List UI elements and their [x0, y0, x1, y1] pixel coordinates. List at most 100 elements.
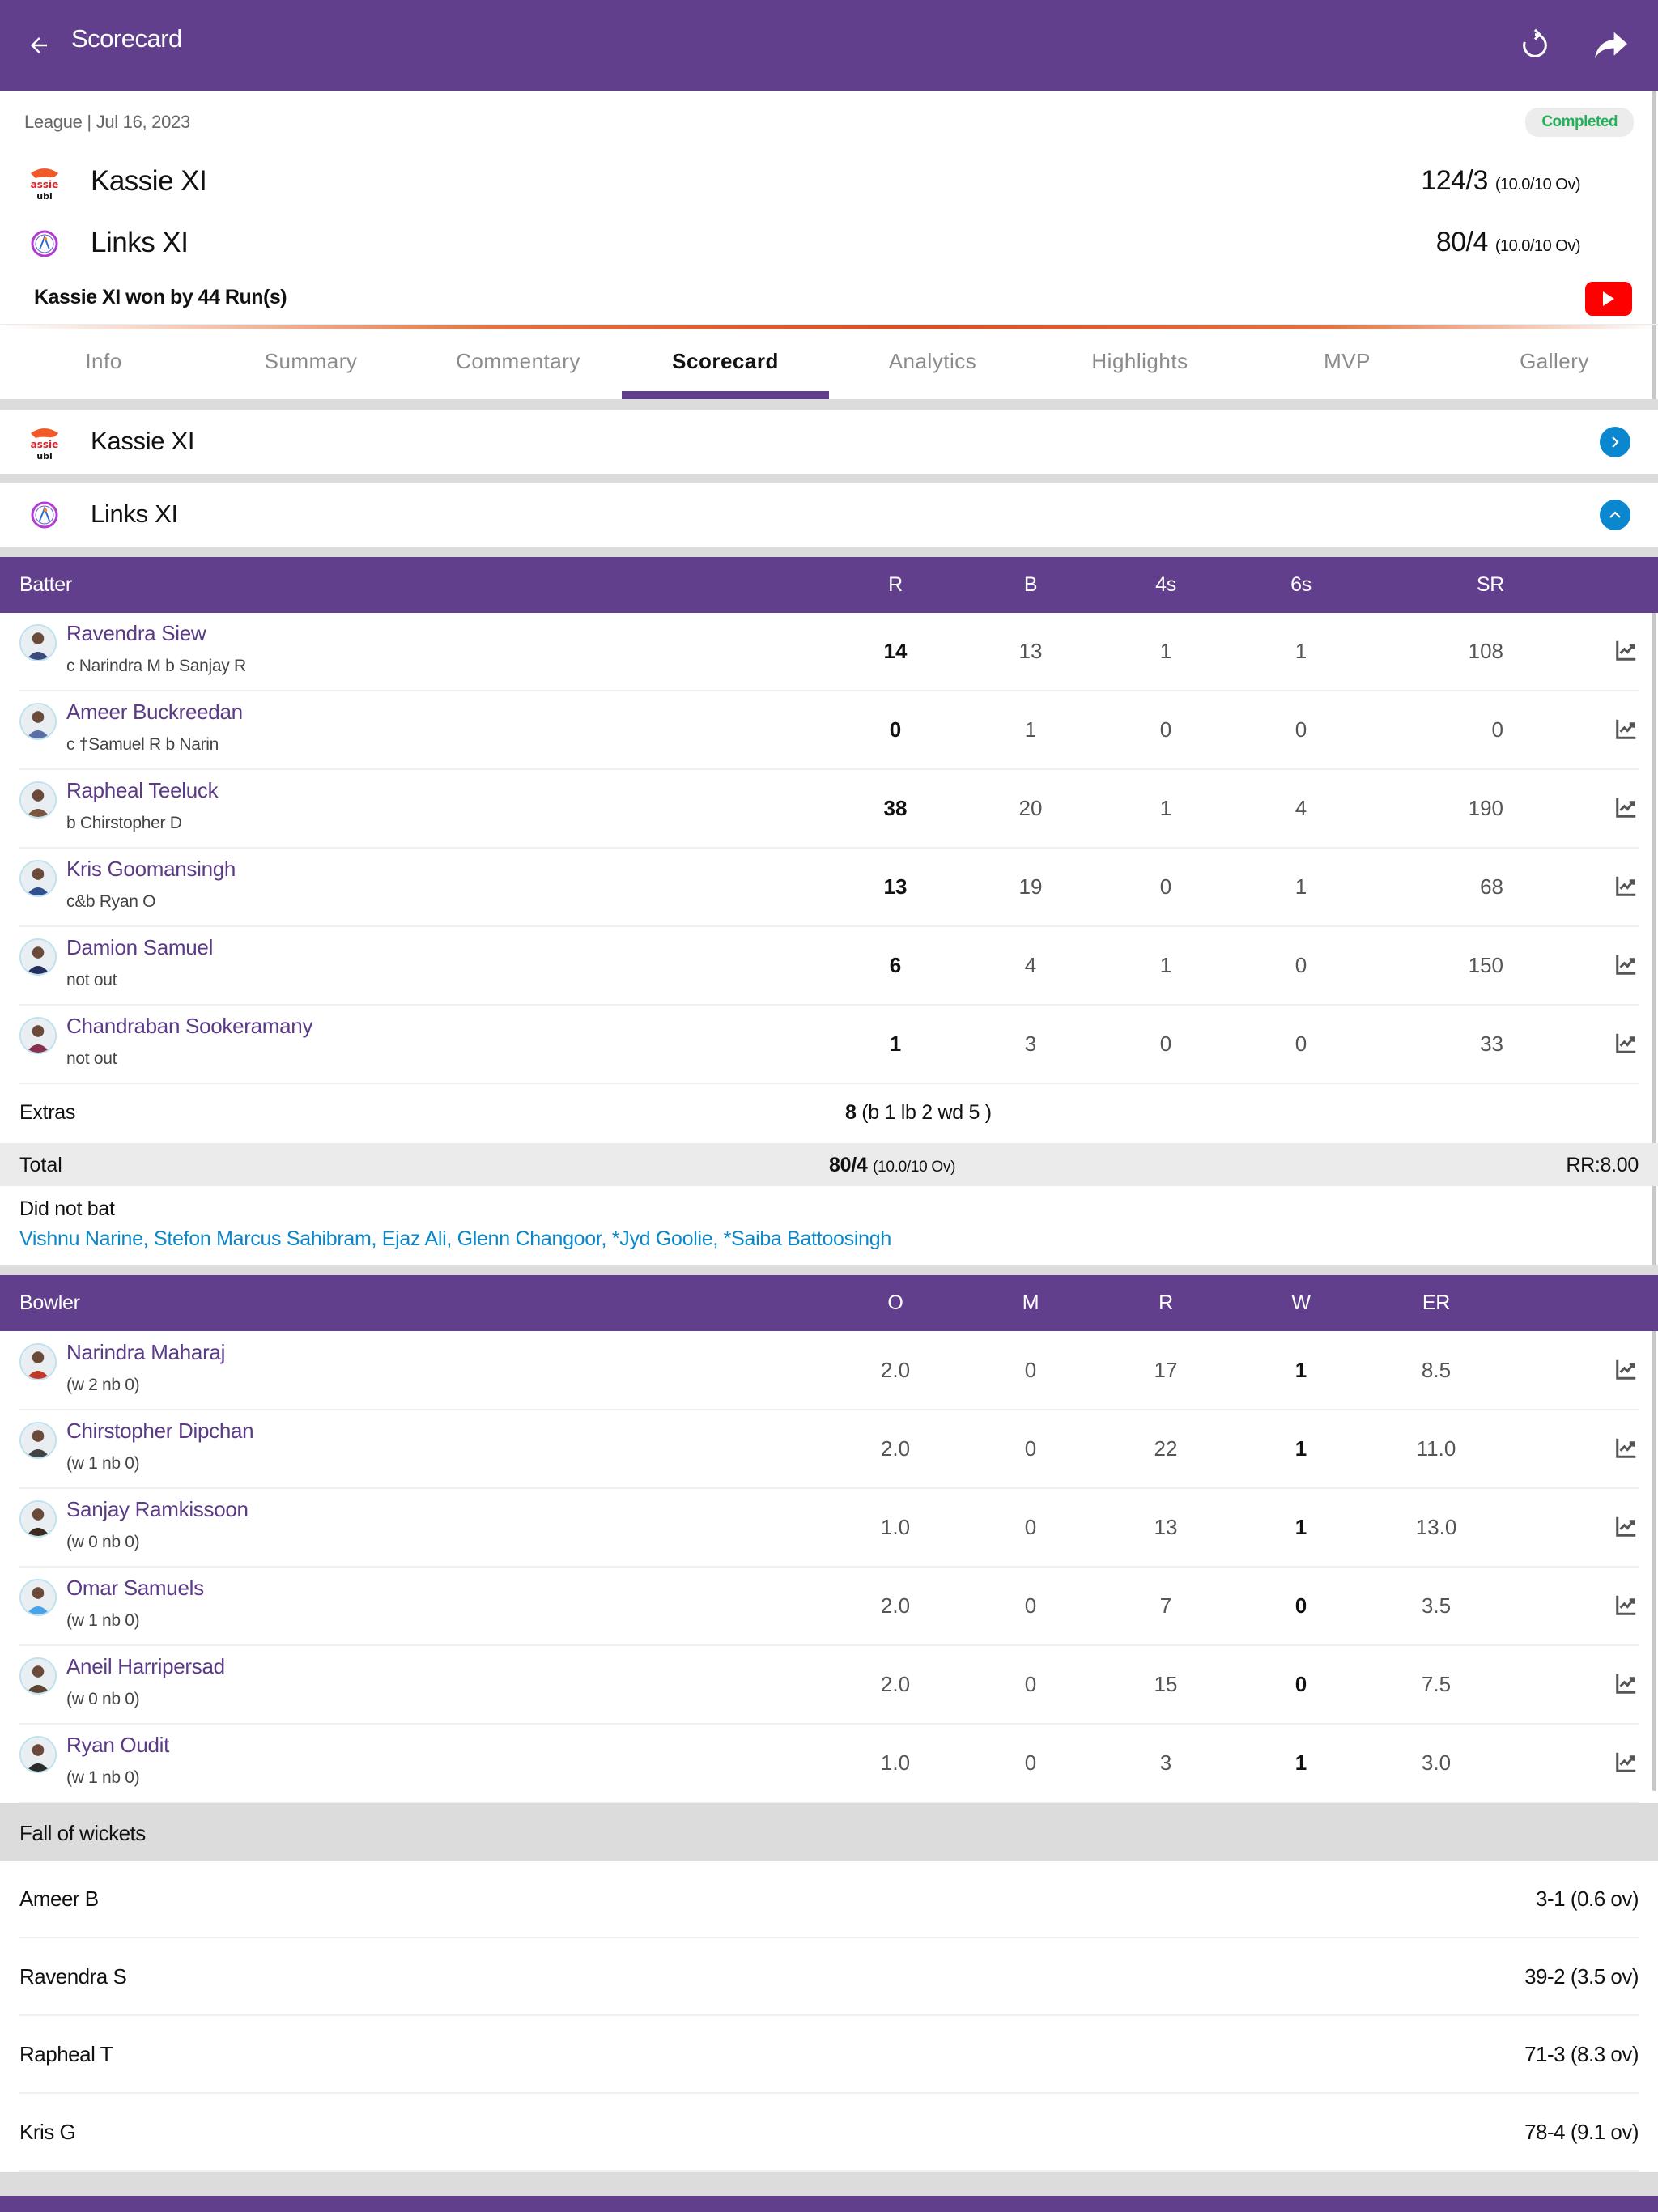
economy: 8.5 — [1421, 1358, 1452, 1382]
tab-highlights[interactable]: Highlights — [1036, 329, 1244, 399]
did-not-bat-list[interactable]: Vishnu Narine, Stefon Marcus Sahibram, E… — [19, 1227, 891, 1251]
youtube-button[interactable] — [1585, 282, 1632, 316]
balls: 1 — [1024, 717, 1037, 742]
player-avatar — [19, 1422, 57, 1459]
chevron-right-icon[interactable] — [1600, 427, 1630, 457]
tab-analytics[interactable]: Analytics — [829, 329, 1036, 399]
extras-row: Extras 8 (b 1 lb 2 wd 5 ) — [0, 1083, 1658, 1143]
dismissal: b Chirstopher D — [66, 814, 182, 832]
trend-chart-icon[interactable] — [1614, 1357, 1639, 1381]
maidens: 0 — [1024, 1593, 1037, 1618]
tab-commentary[interactable]: Commentary — [414, 329, 622, 399]
balls: 13 — [1018, 639, 1043, 663]
fours: 1 — [1159, 953, 1172, 977]
batter-name[interactable]: Chandraban Sookeramany — [66, 1014, 312, 1039]
did-not-bat: Did not bat Vishnu Narine, Stefon Marcus… — [0, 1186, 1658, 1265]
batter-name[interactable]: Ravendra Siew — [66, 621, 206, 646]
fours: 0 — [1159, 874, 1172, 899]
kassie-xi-logo: assie ubl — [31, 428, 58, 462]
tab-gallery[interactable]: Gallery — [1451, 329, 1658, 399]
team-score: 80/4 (10.0/10 Ov) — [1435, 227, 1581, 257]
trend-chart-icon[interactable] — [1614, 717, 1639, 741]
batter-name[interactable]: Kris Goomansingh — [66, 857, 236, 882]
bowler-name[interactable]: Omar Samuels — [66, 1576, 204, 1601]
trend-chart-icon[interactable] — [1614, 1031, 1639, 1055]
section-gap — [0, 474, 1658, 483]
trend-chart-icon[interactable] — [1614, 1671, 1639, 1695]
fow-score: 3-1 (0.6 ov) — [1536, 1887, 1639, 1911]
tab-info[interactable]: Info — [0, 329, 207, 399]
fall-of-wickets-header: Fall of wickets — [0, 1803, 1658, 1861]
bowler-name[interactable]: Ryan Oudit — [66, 1733, 169, 1758]
sixes: 0 — [1295, 717, 1307, 742]
page-title: Scorecard — [71, 24, 182, 53]
app-bar: Scorecard — [0, 0, 1658, 91]
innings-links-xi[interactable]: Links XI — [0, 483, 1658, 547]
strike-rate: 108 — [1468, 639, 1503, 663]
innings-kassie-xi[interactable]: assie ubl Kassie XI — [0, 410, 1658, 474]
wickets: 0 — [1295, 1672, 1307, 1696]
wickets: 1 — [1295, 1750, 1307, 1775]
fall-of-wicket-row: Kris G 78-4 (9.1 ov) — [0, 2094, 1658, 2172]
strike-rate: 68 — [1480, 874, 1503, 899]
trend-chart-icon[interactable] — [1614, 874, 1639, 898]
trend-chart-icon[interactable] — [1614, 952, 1639, 976]
trend-chart-icon[interactable] — [1614, 1593, 1639, 1617]
batter-name[interactable]: Damion Samuel — [66, 935, 213, 960]
wickets: 1 — [1295, 1515, 1307, 1539]
trend-chart-icon[interactable] — [1614, 638, 1639, 662]
runs: 1 — [889, 1032, 902, 1056]
balls: 4 — [1024, 953, 1037, 977]
share-button[interactable] — [1590, 24, 1632, 66]
tab-mvp[interactable]: MVP — [1244, 329, 1451, 399]
strike-rate: 33 — [1480, 1032, 1503, 1056]
chevron-up-icon[interactable] — [1600, 500, 1630, 530]
back-button[interactable] — [23, 28, 55, 63]
tab-summary[interactable]: Summary — [207, 329, 414, 399]
trend-chart-icon[interactable] — [1614, 1750, 1639, 1774]
trend-chart-icon[interactable] — [1614, 1514, 1639, 1538]
bowler-name[interactable]: Narindra Maharaj — [66, 1340, 225, 1365]
balls: 19 — [1018, 874, 1043, 899]
extras-label: Extras — [19, 1101, 76, 1124]
economy: 3.0 — [1421, 1750, 1452, 1775]
player-avatar — [19, 860, 57, 897]
bowler-name[interactable]: Chirstopher Dipchan — [66, 1419, 254, 1444]
match-meta: League | Jul 16, 2023 — [24, 112, 190, 132]
tab-scorecard[interactable]: Scorecard — [622, 329, 829, 399]
bowler-name[interactable]: Sanjay Ramkissoon — [66, 1497, 249, 1522]
bowler-row: Omar Samuels (w 1 nb 0) 2.0 0 7 0 3.5 — [0, 1568, 1658, 1646]
bowler-extras: (w 0 nb 0) — [66, 1533, 140, 1551]
batter-name[interactable]: Rapheal Teeluck — [66, 778, 219, 803]
runs: 6 — [889, 953, 902, 977]
player-avatar — [19, 1657, 57, 1695]
strike-rate: 150 — [1468, 953, 1503, 977]
team-score-row: assie ubl Kassie XI 124/3 (10.0/10 Ov) — [0, 159, 1658, 207]
trend-chart-icon[interactable] — [1614, 1436, 1639, 1460]
overs: 1.0 — [880, 1750, 911, 1775]
player-avatar — [19, 1736, 57, 1773]
maidens: 0 — [1024, 1750, 1037, 1775]
refresh-button[interactable] — [1514, 24, 1556, 66]
innings-team-name: Links XI — [91, 500, 178, 528]
svg-text:ubl: ubl — [36, 451, 52, 462]
trend-chart-icon[interactable] — [1614, 795, 1639, 819]
tab-bar: Info Summary Commentary Scorecard Analyt… — [0, 329, 1658, 399]
economy: 3.5 — [1421, 1593, 1452, 1618]
batter-name[interactable]: Ameer Buckreedan — [66, 700, 243, 725]
overs: 1.0 — [880, 1515, 911, 1539]
fow-score: 71-3 (8.3 ov) — [1524, 2042, 1639, 2066]
sixes: 0 — [1295, 1032, 1307, 1056]
batter-row: Damion Samuel not out 6 4 1 0 150 — [0, 927, 1658, 1006]
dismissal: not out — [66, 1049, 117, 1068]
bowler-row: Chirstopher Dipchan (w 1 nb 0) 2.0 0 22 1 11.0 — [0, 1410, 1658, 1489]
bowler-row: Ryan Oudit (w 1 nb 0) 1.0 0 3 1 3.0 — [0, 1725, 1658, 1803]
bowler-extras: (w 0 nb 0) — [66, 1690, 140, 1708]
section-gap — [0, 399, 1658, 410]
fall-of-wickets-title: Fall of wickets — [19, 1821, 146, 1845]
dismissal: c Narindra M b Sanjay R — [66, 657, 246, 675]
bowler-name[interactable]: Aneil Harripersad — [66, 1654, 225, 1679]
overs: 2.0 — [880, 1436, 911, 1461]
runs-conceded: 22 — [1154, 1436, 1178, 1461]
player-avatar — [19, 624, 57, 661]
